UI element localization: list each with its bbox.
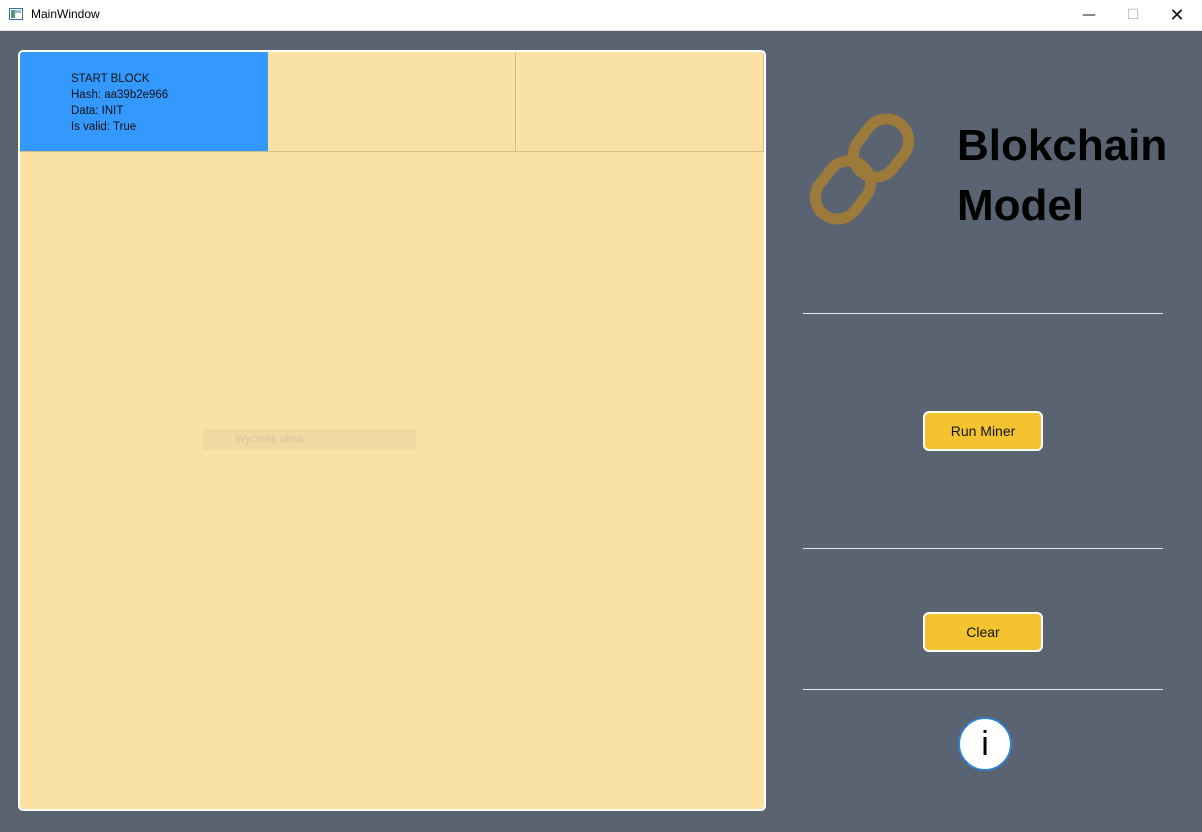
close-button[interactable]: ✕ [1154, 0, 1200, 30]
app-title-line1: Blokchain [957, 121, 1168, 170]
block-type: START BLOCK [71, 73, 150, 85]
block-valid: Is valid: True [71, 121, 137, 133]
block-row: START BLOCK Hash: aa39b2e966 Data: INIT … [20, 52, 764, 152]
blockchain-panel: START BLOCK Hash: aa39b2e966 Data: INIT … [18, 50, 766, 811]
divider [803, 689, 1163, 690]
block-start[interactable]: START BLOCK Hash: aa39b2e966 Data: INIT … [20, 52, 268, 152]
info-button[interactable]: i [958, 717, 1012, 771]
clear-button[interactable]: Clear [923, 612, 1043, 652]
block-slot-empty [516, 52, 764, 152]
divider [803, 313, 1163, 314]
app-title-line2: Model [957, 181, 1085, 230]
window-title: MainWindow [31, 7, 100, 21]
app-title: Blokchain Model [957, 116, 1167, 236]
minimize-button[interactable]: — [1066, 0, 1112, 30]
divider [803, 548, 1163, 549]
block-data: Data: INIT [71, 105, 124, 117]
block-hash: Hash: aa39b2e966 [71, 89, 169, 101]
maximize-button[interactable]: ☐ [1110, 0, 1156, 30]
title-bar: MainWindow — ☐ ✕ [0, 0, 1202, 31]
chain-link-icon [809, 113, 915, 225]
snip-tooltip: Wycinek okna [203, 429, 416, 450]
block-slot-empty [268, 52, 516, 152]
run-miner-button[interactable]: Run Miner [923, 411, 1043, 451]
block-info: START BLOCK Hash: aa39b2e966 Data: INIT … [20, 52, 267, 135]
window-app-icon [9, 8, 23, 20]
